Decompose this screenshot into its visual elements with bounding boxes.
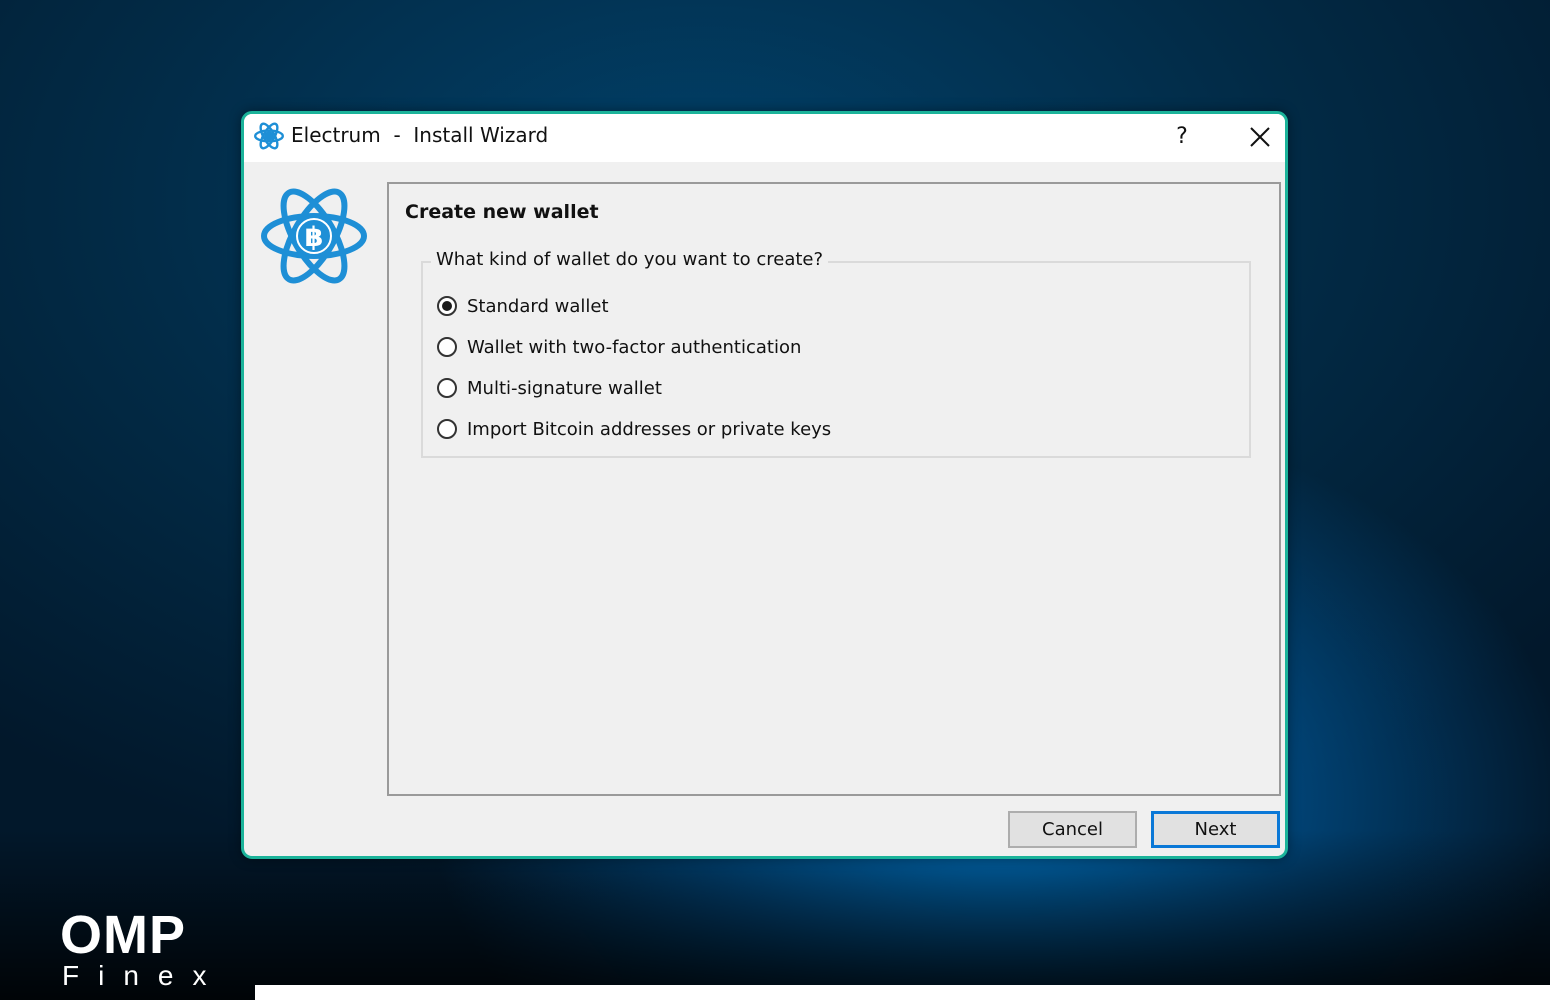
radio-import-keys[interactable]: Import Bitcoin addresses or private keys <box>437 414 831 444</box>
title-separator: - <box>393 123 401 147</box>
close-icon <box>1250 127 1270 147</box>
help-button[interactable]: ? <box>1162 118 1202 156</box>
radio-button-checked[interactable] <box>437 296 457 316</box>
svg-text:฿: ฿ <box>305 222 324 253</box>
close-button[interactable] <box>1238 118 1284 156</box>
omp-finex-logo: OMP Finex <box>60 905 210 990</box>
app-name: Electrum <box>291 123 381 147</box>
radio-button[interactable] <box>437 337 457 357</box>
install-wizard-window: Electrum - Install Wizard ? ฿ Create new… <box>241 111 1288 859</box>
wizard-panel: Create new wallet What kind of wallet do… <box>387 182 1281 796</box>
radio-button[interactable] <box>437 378 457 398</box>
next-button[interactable]: Next <box>1151 811 1280 848</box>
electrum-bitcoin-logo-icon: ฿ <box>261 188 367 284</box>
bottom-strip <box>255 985 1550 1000</box>
radio-two-factor-wallet[interactable]: Wallet with two-factor authentication <box>437 332 801 362</box>
radio-label: Wallet with two-factor authentication <box>467 336 802 358</box>
brand-name: OMP <box>60 905 187 965</box>
wallet-type-question: What kind of wallet do you want to creat… <box>431 249 829 270</box>
radio-standard-wallet[interactable]: Standard wallet <box>437 291 609 321</box>
cancel-button[interactable]: Cancel <box>1008 811 1137 848</box>
brand-subtitle: Finex <box>62 960 226 991</box>
title-bar[interactable]: Electrum - Install Wizard ? <box>244 114 1285 162</box>
wallet-type-group: What kind of wallet do you want to creat… <box>421 249 1251 458</box>
radio-label: Multi-signature wallet <box>467 377 662 399</box>
electrum-logo: ฿ <box>259 184 369 288</box>
radio-button[interactable] <box>437 419 457 439</box>
radio-label: Import Bitcoin addresses or private keys <box>467 418 832 440</box>
window-title: Electrum - Install Wizard <box>291 123 548 147</box>
radio-label: Standard wallet <box>467 295 609 317</box>
electrum-logo-icon <box>254 121 284 151</box>
radio-multisig-wallet[interactable]: Multi-signature wallet <box>437 373 662 403</box>
page-title: Create new wallet <box>405 201 599 223</box>
wizard-title: Install Wizard <box>413 123 549 147</box>
